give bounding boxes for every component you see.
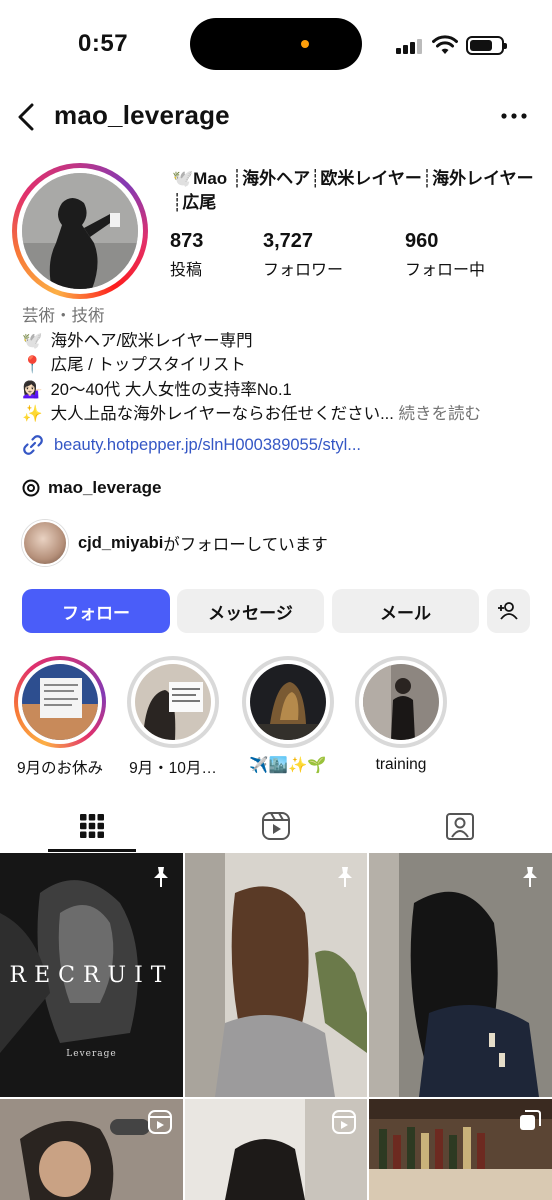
post-image bbox=[185, 853, 367, 1097]
profile-category: 芸術・技術 bbox=[22, 307, 105, 325]
threads-badge[interactable]: mao_leverage bbox=[22, 476, 161, 500]
avatar-photo bbox=[22, 173, 138, 289]
stat-following[interactable]: 960 フォロー中 bbox=[405, 230, 485, 280]
highlight-cover bbox=[22, 664, 98, 740]
bio-line: 💁🏻‍♀️ 20～40代 大人女性の支持率No.1 bbox=[22, 378, 542, 403]
pin-icon: 📍 bbox=[22, 356, 43, 374]
following-count: 960 bbox=[405, 230, 439, 252]
threads-icon bbox=[22, 479, 40, 497]
reel-icon bbox=[332, 1110, 356, 1134]
message-button[interactable]: メッセージ bbox=[177, 589, 324, 633]
post-tile[interactable] bbox=[185, 1099, 367, 1200]
bio-line: 📍 広尾 / トップスタイリスト bbox=[22, 353, 542, 378]
suggested-users-button[interactable] bbox=[487, 589, 530, 633]
mail-button[interactable]: メール bbox=[332, 589, 479, 633]
bio-text: 大人上品な海外レイヤーならお任せください... bbox=[50, 405, 394, 423]
post-subtitle: Leverage bbox=[66, 1049, 117, 1059]
tab-grid[interactable] bbox=[0, 800, 184, 852]
profile-display-name: 🕊️Mao ┊海外ヘア┊欧米レイヤー┊海外レイヤー┊広尾 bbox=[172, 169, 534, 212]
bio-line: 🕊️ 海外ヘア/欧米レイヤー専門 bbox=[22, 329, 542, 354]
post-tile[interactable] bbox=[185, 853, 367, 1097]
read-more-link[interactable]: 続きを読む bbox=[398, 405, 481, 423]
highlight-label: ✈️🏙️✨🌱 bbox=[249, 757, 327, 774]
following-label: フォロー中 bbox=[405, 262, 486, 279]
wifi-icon bbox=[432, 35, 458, 54]
dove-icon: 🕊️ bbox=[22, 331, 43, 350]
header-username: mao_leverage bbox=[54, 100, 230, 130]
add-person-icon bbox=[497, 602, 518, 620]
highlight-label: 9月・10月… bbox=[129, 760, 217, 777]
posts-label: 投稿 bbox=[170, 262, 203, 279]
posts-grid: RECRUIT Leverage bbox=[0, 853, 552, 1200]
reel-icon bbox=[148, 1110, 172, 1134]
highlight-item[interactable]: 9月のお休み bbox=[14, 656, 106, 778]
profile-tabs bbox=[0, 800, 552, 852]
mutual-followers[interactable]: cjd_miyabi がフォローしています bbox=[22, 520, 328, 566]
mutual-username: cjd_miyabi bbox=[78, 533, 164, 552]
highlight-item[interactable]: 9月・10月… bbox=[127, 656, 219, 778]
threads-handle: mao_leverage bbox=[48, 478, 162, 497]
bio-text: 20～40代 大人女性の支持率No.1 bbox=[50, 380, 292, 399]
post-title: RECRUIT bbox=[9, 963, 174, 988]
highlight-label: 9月のお休み bbox=[16, 760, 104, 777]
post-tile[interactable] bbox=[369, 853, 552, 1097]
posts-count: 873 bbox=[170, 230, 204, 252]
highlight-cover bbox=[363, 664, 439, 740]
more-options-icon[interactable] bbox=[496, 103, 532, 129]
person-icon: 💁🏻‍♀️ bbox=[22, 380, 43, 399]
pin-icon bbox=[523, 867, 537, 887]
signal-icon bbox=[396, 38, 424, 54]
tab-reels[interactable] bbox=[184, 800, 368, 852]
battery-icon bbox=[466, 36, 507, 55]
followers-count: 3,727 bbox=[263, 230, 314, 252]
reels-icon bbox=[262, 812, 290, 840]
highlight-cover bbox=[135, 664, 211, 740]
stat-followers[interactable]: 3,727 フォロワー bbox=[263, 230, 343, 280]
highlight-cover bbox=[250, 664, 326, 740]
mutual-suffix: がフォローしています bbox=[163, 536, 328, 554]
recording-indicator bbox=[301, 40, 309, 48]
profile-avatar[interactable] bbox=[12, 163, 148, 299]
status-bar: 0:57 bbox=[0, 0, 552, 90]
pin-icon bbox=[154, 867, 168, 887]
highlight-item[interactable]: ✈️🏙️✨🌱 bbox=[242, 656, 334, 775]
profile-header: mao_leverage bbox=[0, 95, 552, 139]
profile-stats: 873 投稿 3,727 フォロワー 960 フォロー中 bbox=[170, 230, 540, 280]
post-tile[interactable] bbox=[369, 1099, 552, 1200]
active-tab-indicator bbox=[48, 849, 136, 852]
follow-button[interactable]: フォロー bbox=[22, 589, 170, 633]
sparkles-icon: ✨ bbox=[22, 405, 43, 423]
post-image bbox=[369, 853, 552, 1097]
profile-bio: 芸術・技術 🕊️ 海外ヘア/欧米レイヤー専門 📍 広尾 / トップスタイリスト … bbox=[22, 304, 542, 427]
post-tile[interactable]: RECRUIT Leverage bbox=[0, 853, 183, 1097]
back-icon[interactable] bbox=[12, 101, 42, 133]
highlight-item[interactable]: training bbox=[355, 656, 447, 774]
bio-text: 広尾 / トップスタイリスト bbox=[50, 356, 246, 374]
stat-posts[interactable]: 873 投稿 bbox=[170, 230, 203, 280]
tagged-icon bbox=[446, 813, 474, 840]
tab-tagged[interactable] bbox=[368, 800, 552, 852]
bio-text: 海外ヘア/欧米レイヤー専門 bbox=[50, 331, 253, 350]
highlight-label: training bbox=[375, 756, 427, 773]
profile-link-text: beauty.hotpepper.jp/slnH000389055/styl..… bbox=[54, 435, 361, 454]
bio-line: ✨ 大人上品な海外レイヤーならお任せください... 続きを読む bbox=[22, 402, 542, 427]
profile-link[interactable]: beauty.hotpepper.jp/slnH000389055/styl..… bbox=[22, 432, 361, 458]
pin-icon bbox=[338, 867, 352, 887]
followers-label: フォロワー bbox=[263, 262, 344, 279]
post-tile[interactable] bbox=[0, 1099, 183, 1200]
mutual-avatar bbox=[22, 520, 68, 566]
status-time: 0:57 bbox=[78, 30, 129, 57]
carousel-icon bbox=[520, 1110, 541, 1130]
dynamic-island bbox=[190, 18, 362, 70]
link-icon bbox=[23, 435, 43, 455]
grid-icon bbox=[80, 814, 104, 838]
